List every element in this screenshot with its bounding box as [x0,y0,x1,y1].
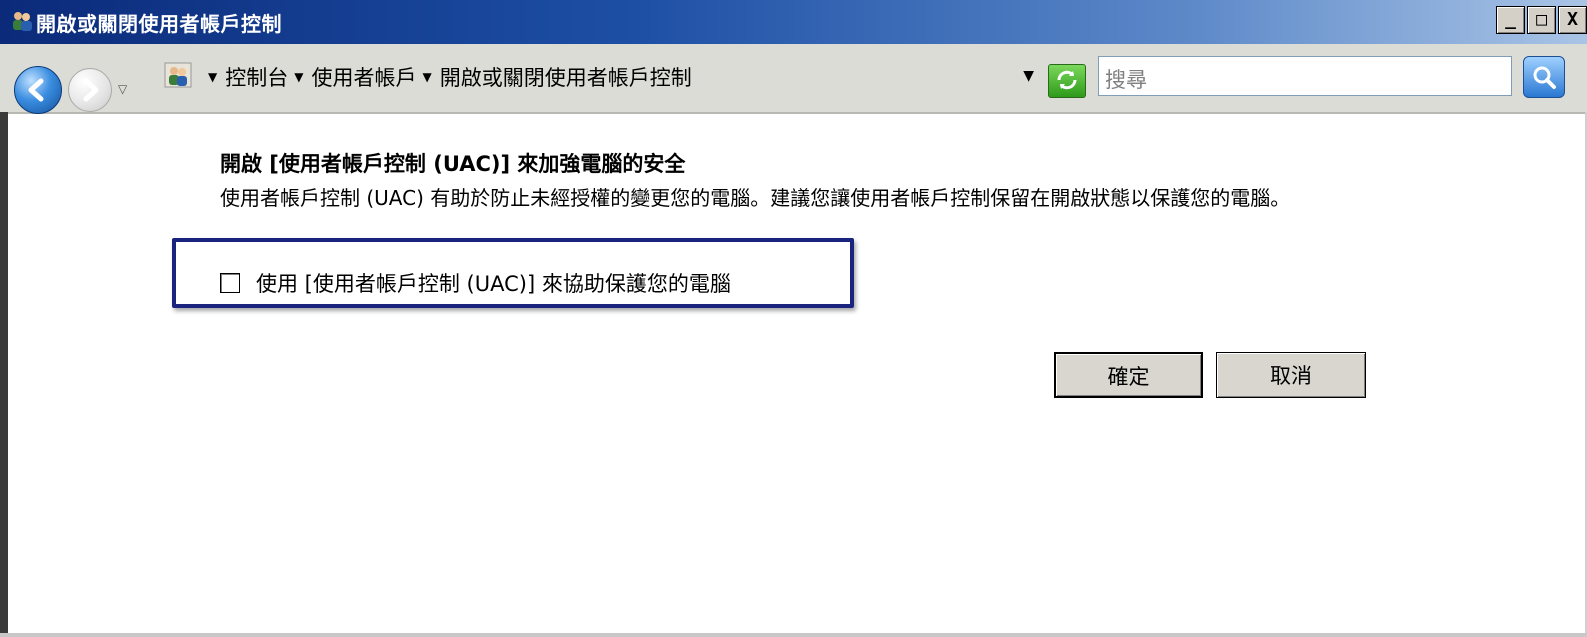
back-button[interactable] [14,66,62,114]
search-button[interactable] [1523,56,1565,98]
maximize-button[interactable]: □ [1527,6,1556,34]
window-left-border [0,112,8,637]
refresh-icon [1057,70,1077,90]
recent-pages-dropdown-icon[interactable]: ▽ [118,82,127,96]
breadcrumb: ▼ 控制台 ▼ 使用者帳戶 ▼ 開啟或關閉使用者帳戶控制 [202,62,692,92]
window-title: 開啟或關閉使用者帳戶控制 [36,12,282,36]
breadcrumb-uac-settings[interactable]: 開啟或關閉使用者帳戶控制 [440,62,692,92]
forward-arrow-icon [83,78,99,102]
cancel-button[interactable]: 取消 [1216,352,1366,398]
address-bar[interactable]: ▼ 控制台 ▼ 使用者帳戶 ▼ 開啟或關閉使用者帳戶控制 ▼ [158,56,1040,96]
uac-checkbox-label[interactable]: 使用 [使用者帳戶控制 (UAC)] 來協助保護您的電腦 [256,268,731,298]
uac-checkbox-row[interactable]: 使用 [使用者帳戶控制 (UAC)] 來協助保護您的電腦 [220,268,731,298]
search-input[interactable]: 搜尋 [1098,56,1512,96]
address-dropdown-icon[interactable]: ▼ [1023,68,1034,84]
search-placeholder: 搜尋 [1105,68,1147,92]
refresh-button[interactable] [1048,64,1086,98]
window-bottom-border [0,633,1587,637]
back-arrow-icon [28,78,44,102]
ok-button[interactable]: 確定 [1054,352,1203,398]
close-button[interactable]: X [1558,6,1587,34]
uac-checkbox[interactable] [220,273,240,293]
user-accounts-icon [164,62,192,88]
title-bar: 開啟或關閉使用者帳戶控制 _ □ X [0,0,1587,45]
window-controls: _ □ X [1496,6,1587,34]
breadcrumb-user-accounts[interactable]: 使用者帳戶 [311,62,416,92]
uac-settings-window: 開啟或關閉使用者帳戶控制 _ □ X ▽ ▼ 控制台 ▼ 使用者帳戶 ▼ 開啟或… [0,0,1587,637]
search-icon [1533,66,1556,89]
user-accounts-icon [13,12,32,31]
forward-button[interactable] [68,68,112,112]
breadcrumb-arrow-icon[interactable]: ▼ [294,70,303,84]
breadcrumb-control-panel[interactable]: 控制台 [225,62,288,92]
breadcrumb-arrow-icon[interactable]: ▼ [208,70,217,84]
description-text: 使用者帳戶控制 (UAC) 有助於防止未經授權的變更您的電腦。建議您讓使用者帳戶… [220,186,1291,210]
page-title: 開啟 [使用者帳戶控制 (UAC)] 來加強電腦的安全 [220,152,686,176]
breadcrumb-arrow-icon[interactable]: ▼ [422,70,431,84]
minimize-button[interactable]: _ [1496,6,1525,34]
